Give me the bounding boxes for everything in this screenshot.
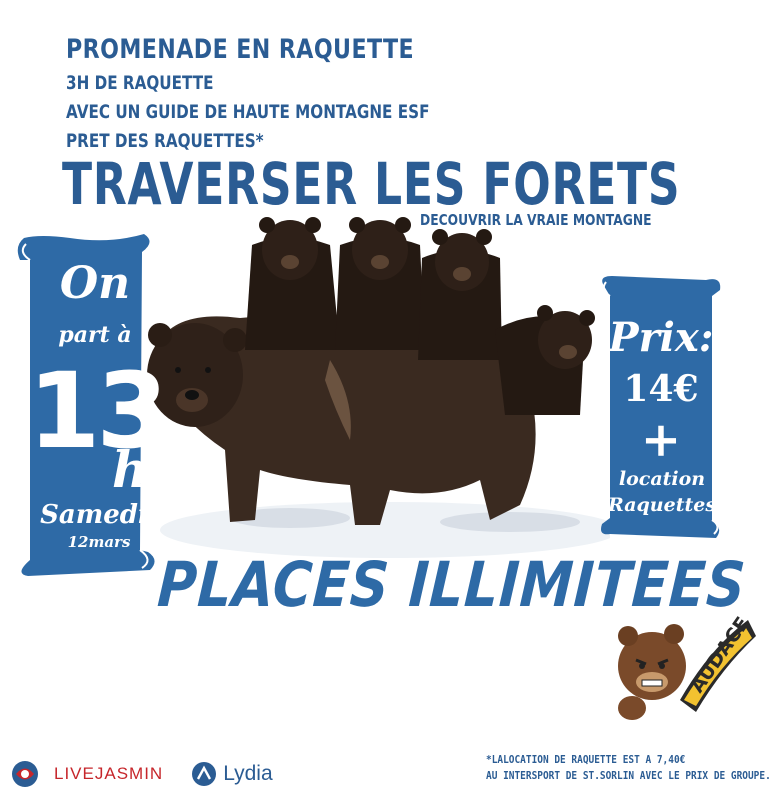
- time-banner: On part à 13 h Samedi 12mars: [10, 230, 169, 580]
- hour-suffix: h: [112, 440, 149, 499]
- lydia-icon: [192, 762, 217, 786]
- plus-sign: +: [640, 412, 682, 468]
- lydia-text: Lydia: [223, 762, 273, 785]
- footnote-line-2: AU INTERSPORT DE ST.SORLIN AVEC LE PRIX …: [486, 769, 771, 782]
- event-title: PROMENADE EN RAQUETTE: [66, 34, 415, 65]
- footnote: *LALOCATION DE RAQUETTE EST A 7,40€ AU I…: [486, 752, 771, 784]
- lydia-logo: Lydia: [191, 761, 273, 787]
- footnote-line-1: *LALOCATION DE RAQUETTE EST A 7,40€: [486, 753, 686, 766]
- rental-label: location: [618, 468, 706, 490]
- guide-line: AVEC UN GUIDE DE HAUTE MONTAGNE ESF: [66, 101, 430, 123]
- rental-item: Raquettes: [607, 494, 717, 516]
- audace-bear-logo: AUDACE: [618, 613, 756, 720]
- price-label: Prix:: [608, 314, 714, 361]
- sponsor-circle-icon: [12, 761, 38, 787]
- duration-line: 3H DE RAQUETTE: [66, 72, 214, 94]
- bear-family-illustration: [147, 217, 610, 558]
- on-text: On: [59, 258, 131, 309]
- part-text: part à: [58, 322, 132, 348]
- audace-text: AUDACE: [686, 613, 754, 697]
- price-banner: Prix: 14€ + location Raquettes: [596, 272, 726, 542]
- event-day: Samedi: [40, 500, 148, 530]
- livejasmin-logo: LIVEJASMIN: [54, 764, 164, 783]
- sponsor-bar: LIVEJASMIN Lydia: [10, 758, 273, 790]
- rental-line: PRET DES RAQUETTES*: [66, 130, 264, 152]
- price-value: 14€: [623, 368, 699, 410]
- event-date: 12mars: [67, 533, 131, 551]
